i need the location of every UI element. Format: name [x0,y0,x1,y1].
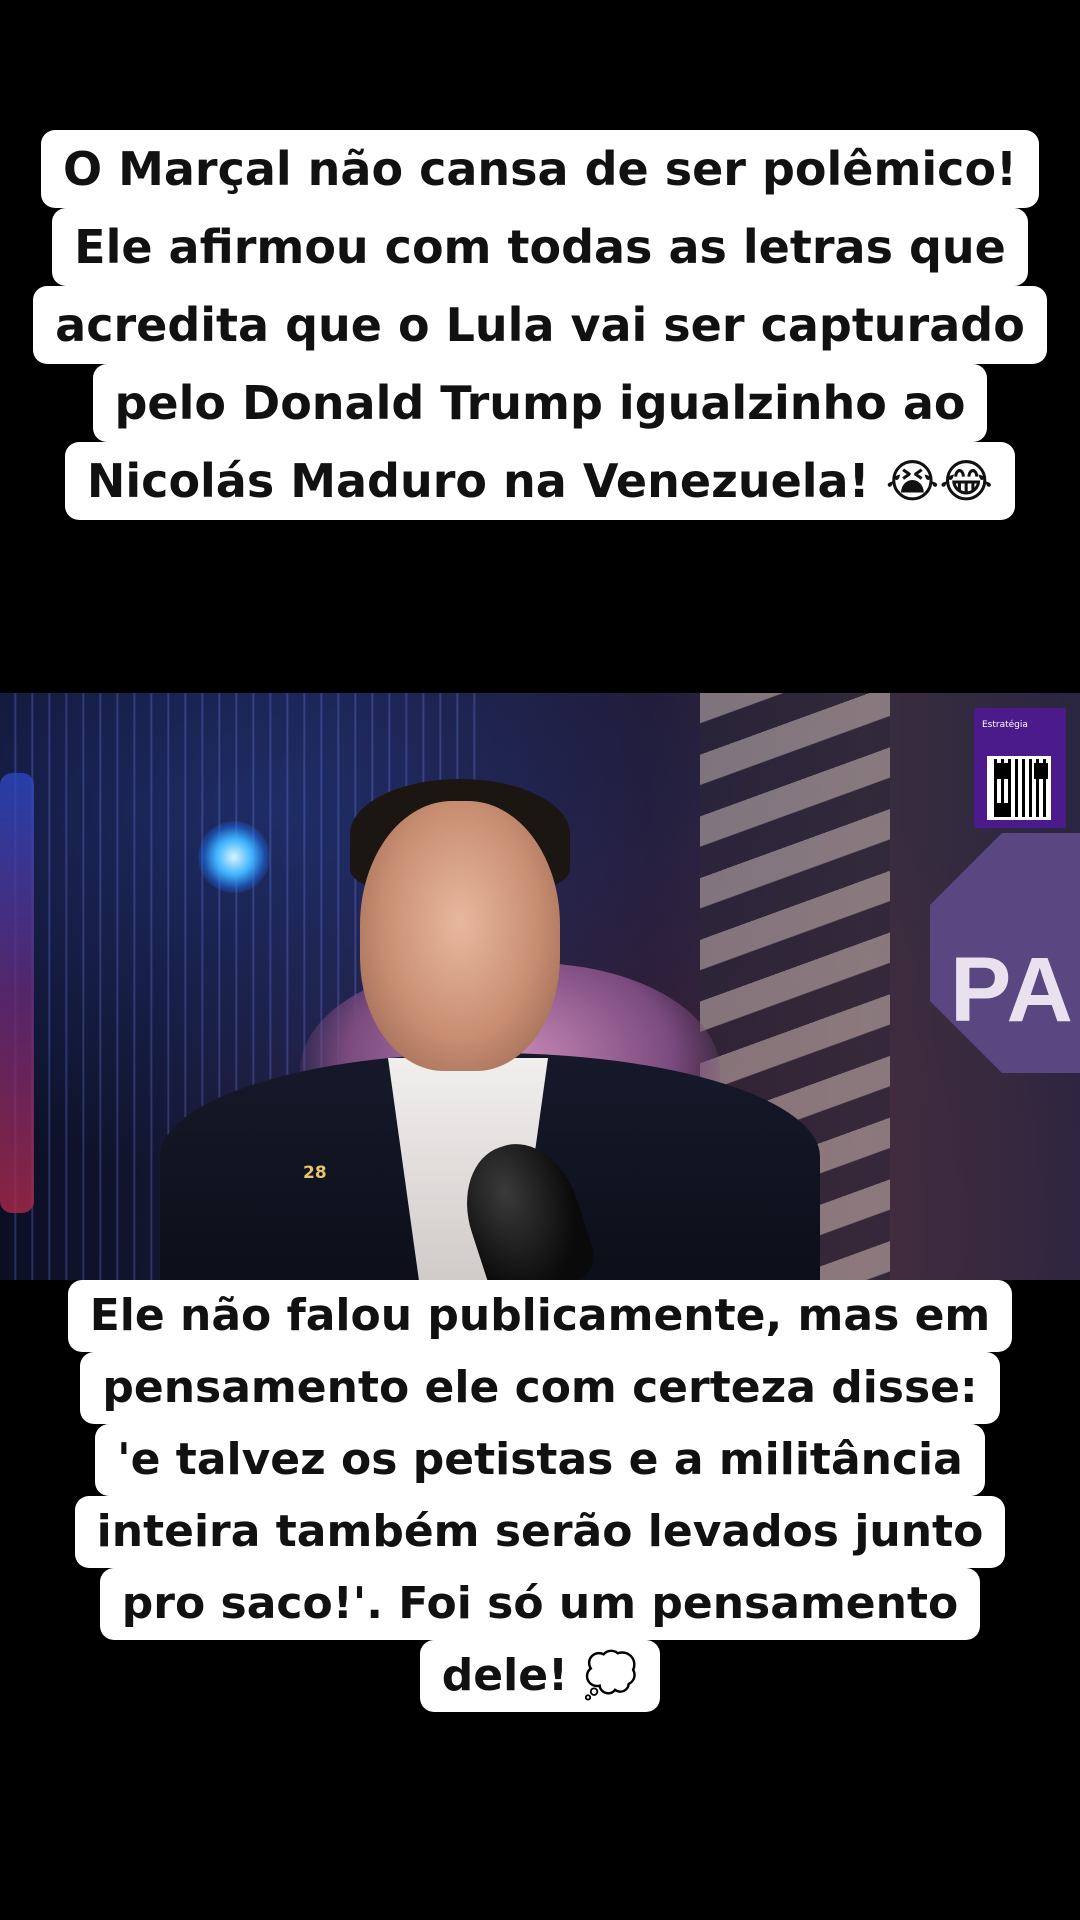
caption-bottom-line-3: 'e talvez os petistas e a militância [95,1424,985,1496]
caption-bottom: Ele não falou publicamente, mas em pensa… [0,1280,1080,1712]
caption-top-line-4: pelo Donald Trump igualzinho ao [92,364,988,442]
sponsor-logo-box: Estratégia [974,708,1066,828]
qr-code-icon[interactable] [987,756,1051,820]
caption-top: O Marçal não cansa de ser polêmico! Ele … [0,130,1080,520]
caption-top-line-2: Ele afirmou com todas as letras que [52,208,1028,286]
caption-bottom-line-1: Ele não falou publicamente, mas em [67,1280,1013,1352]
stop-sign-text: PAR [950,939,1080,1041]
caption-bottom-line-5: pro saco!'. Foi só um pensamento [99,1568,981,1640]
caption-top-line-5: Nicolás Maduro na Venezuela! 😭😂 [64,442,1016,520]
lapel-pin: 28 [303,1163,327,1183]
sponsor-logo-text: Estratégia [982,720,1028,730]
video-frame[interactable]: PAR 28 Estratégia [0,693,1080,1280]
blue-lamp [198,821,270,893]
caption-bottom-line-6: dele! 💭 [419,1640,661,1712]
caption-top-line-3: acredita que o Lula vai ser capturado [33,286,1047,364]
person-face [360,801,560,1071]
caption-bottom-line-2: pensamento ele com certeza disse: [80,1352,1000,1424]
caption-top-line-1: O Marçal não cansa de ser polêmico! [40,130,1040,208]
caption-bottom-line-4: inteira também serão levados junto [74,1496,1006,1568]
left-neon-light [0,773,34,1213]
